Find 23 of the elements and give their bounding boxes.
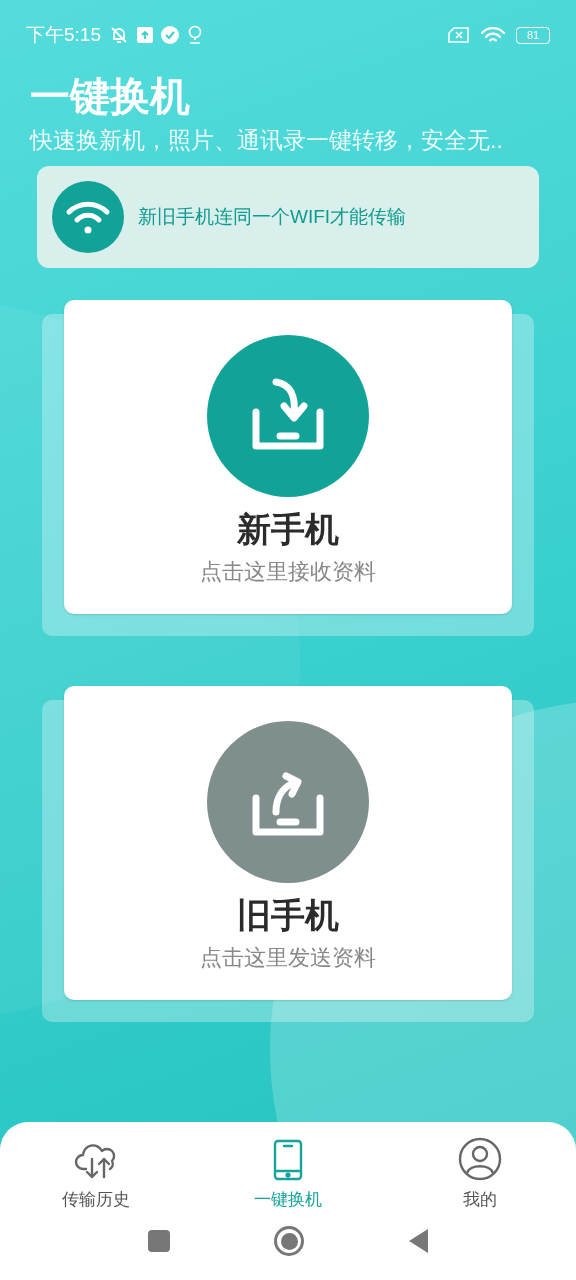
page-title: 一键换机 [30, 73, 191, 120]
wifi-icon [480, 26, 506, 44]
check-circle-icon [161, 26, 179, 44]
smartphone-icon [273, 1138, 303, 1181]
location-pin-icon [187, 25, 203, 45]
sim-missing-icon [448, 27, 470, 43]
battery-indicator: 81 [516, 26, 550, 44]
user-circle-icon [458, 1136, 502, 1181]
back-button[interactable] [408, 1229, 428, 1253]
wifi-notice-text: 新旧手机连同一个WIFI才能传输 [138, 204, 407, 229]
bell-off-icon [109, 25, 129, 45]
card-subtitle: 点击这里发送资料 [200, 944, 376, 972]
card-title: 新手机 [237, 509, 339, 550]
recents-button[interactable] [148, 1230, 170, 1252]
nav-tab[interactable]: 我的 [425, 1132, 535, 1212]
phone-option-card[interactable]: 旧手机 点击这里发送资料 [64, 686, 512, 1000]
phone-option-card[interactable]: 新手机 点击这里接收资料 [64, 300, 512, 614]
home-button[interactable] [274, 1226, 304, 1256]
card-subtitle: 点击这里接收资料 [200, 558, 376, 586]
nav-tab[interactable]: 传输历史 [41, 1132, 151, 1212]
card-title: 旧手机 [237, 895, 339, 936]
status-time: 下午5:15 [26, 22, 101, 47]
page-subtitle: 快速换新机，照片、通讯录一键转移，安全无.. [30, 126, 504, 155]
